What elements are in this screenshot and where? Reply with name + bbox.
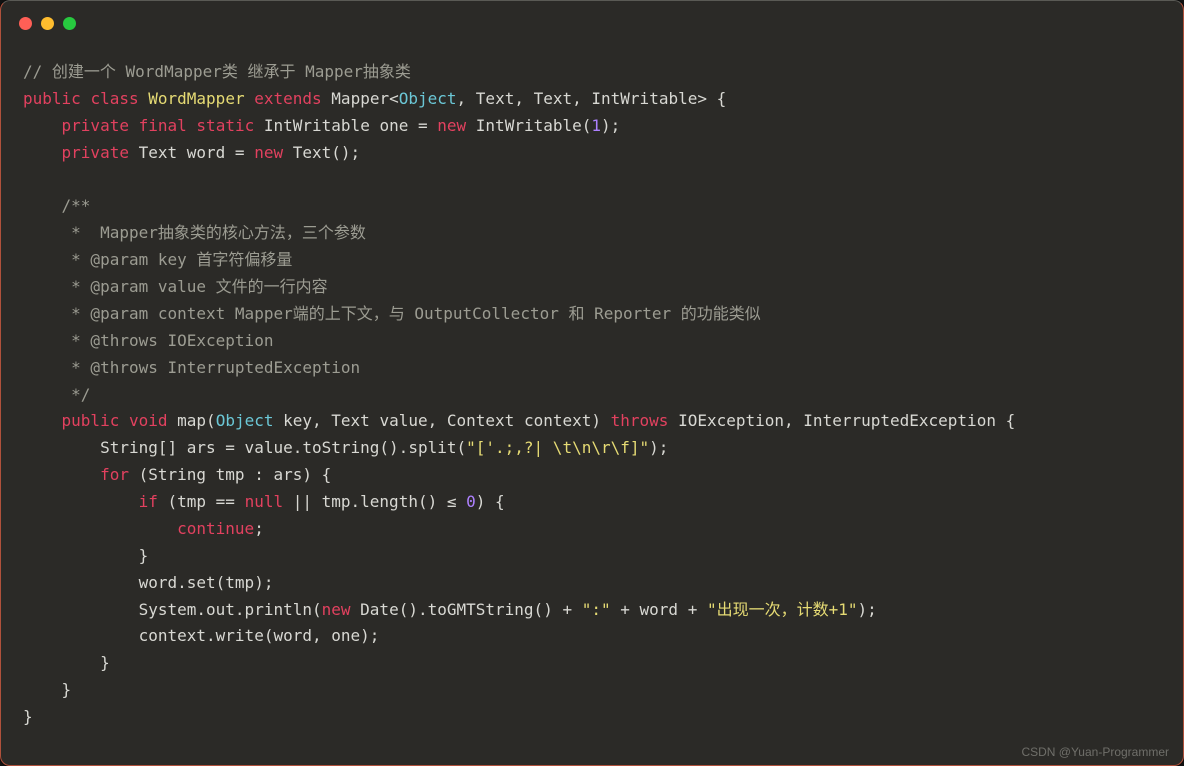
number-literal: 0: [466, 492, 476, 511]
type-object: Object: [216, 411, 274, 430]
string-literal: ":": [582, 600, 611, 619]
code-text: IntWritable(: [466, 116, 591, 135]
code-text: }: [23, 680, 71, 699]
number-literal: 1: [591, 116, 601, 135]
code-text: );: [601, 116, 620, 135]
javadoc: /**: [23, 196, 90, 215]
keyword-new: new: [322, 600, 351, 619]
keyword-class: class: [90, 89, 138, 108]
keyword-new: new: [437, 116, 466, 135]
keyword-null: null: [245, 492, 284, 511]
code-text: + word +: [611, 600, 707, 619]
keyword-private: private: [62, 143, 129, 162]
minimize-icon[interactable]: [41, 17, 54, 30]
class-name: WordMapper: [148, 89, 244, 108]
string-literal: "['.;,?| \t\n\r\f]": [466, 438, 649, 457]
code-text: IOException, InterruptedException {: [668, 411, 1015, 430]
javadoc: * @param context Mapper端的上下文，与 OutputCol…: [23, 304, 761, 323]
code-text: }: [23, 653, 110, 672]
code-text: word.set(tmp);: [23, 573, 273, 592]
zoom-icon[interactable]: [63, 17, 76, 30]
keyword-new: new: [254, 143, 283, 162]
keyword-continue: continue: [177, 519, 254, 538]
code-text: Text();: [283, 143, 360, 162]
generic-object: Object: [399, 89, 457, 108]
code-text: context.write(word, one);: [23, 626, 379, 645]
javadoc: * @param key 首字符偏移量: [23, 250, 292, 269]
titlebar: [1, 1, 1183, 45]
keyword-static: static: [196, 116, 254, 135]
code-text: ) {: [476, 492, 505, 511]
watermark: CSDN @Yuan-Programmer: [1021, 745, 1169, 759]
keyword-throws: throws: [611, 411, 669, 430]
code-text: }: [23, 707, 33, 726]
keyword-for: for: [100, 465, 129, 484]
keyword-private: private: [62, 116, 129, 135]
keyword-void: void: [129, 411, 168, 430]
code-text: }: [23, 546, 148, 565]
keyword-if: if: [139, 492, 158, 511]
code-text: key, Text value, Context context): [273, 411, 610, 430]
javadoc: * @throws IOException: [23, 331, 273, 350]
code-text: );: [858, 600, 877, 619]
close-icon[interactable]: [19, 17, 32, 30]
javadoc: * @param value 文件的一行内容: [23, 277, 328, 296]
code-text: Text word =: [129, 143, 254, 162]
code-window: // 创建一个 WordMapper类 继承于 Mapper抽象类 public…: [0, 0, 1184, 766]
code-text: Date().toGMTString() +: [351, 600, 582, 619]
code-text: );: [649, 438, 668, 457]
keyword-public: public: [23, 89, 81, 108]
javadoc: * @throws InterruptedException: [23, 358, 360, 377]
keyword-final: final: [139, 116, 187, 135]
code-text: , Text, Text, IntWritable> {: [457, 89, 727, 108]
keyword-extends: extends: [254, 89, 321, 108]
javadoc: * Mapper抽象类的核心方法，三个参数: [23, 223, 366, 242]
code-text: || tmp.length() ≤: [283, 492, 466, 511]
code-block: // 创建一个 WordMapper类 继承于 Mapper抽象类 public…: [1, 45, 1183, 745]
code-text: System.out.println(: [23, 600, 322, 619]
code-text: ;: [254, 519, 264, 538]
javadoc: */: [23, 385, 90, 404]
code-text: String[] ars = value.toString().split(: [23, 438, 466, 457]
type-mapper: Mapper: [331, 89, 389, 108]
code-text: IntWritable one =: [264, 116, 437, 135]
comment: // 创建一个 WordMapper类 继承于 Mapper抽象类: [23, 62, 411, 81]
code-text: (tmp ==: [158, 492, 245, 511]
keyword-public: public: [62, 411, 120, 430]
code-text: (String tmp : ars) {: [129, 465, 331, 484]
string-literal: "出现一次，计数+1": [707, 600, 858, 619]
method-name: map: [177, 411, 206, 430]
